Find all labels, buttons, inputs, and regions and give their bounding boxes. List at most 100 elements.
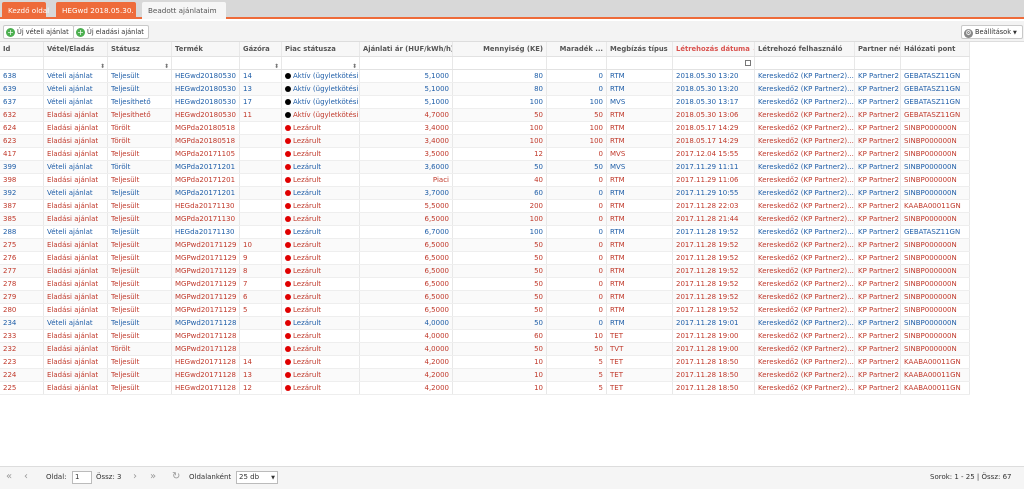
new-sell-offer-button[interactable]: + Új eladási ajánlat — [73, 25, 149, 39]
column-header-product[interactable]: Termék — [172, 42, 240, 56]
table-row[interactable]: 224 Eladási ajánlat Teljesült HEGwd20171128… — [0, 369, 970, 382]
cell-text: RTM — [610, 137, 625, 145]
column-header-status[interactable]: Státusz — [108, 42, 172, 56]
cell-text: 100 — [589, 137, 603, 145]
table-row[interactable]: 624 Eladási ajánlat Törölt MGPda20180518 Lez… — [0, 122, 970, 135]
cell-text: Lezárult — [293, 306, 322, 314]
filter-remain[interactable] — [547, 57, 607, 69]
column-header-created[interactable]: Létrehozás dátuma ↓ — [673, 42, 755, 56]
table-row[interactable]: 632 Eladási ajánlat Teljesíthető HEGwd20180… — [0, 109, 970, 122]
cell-id: 232 — [0, 343, 44, 355]
column-header-hour[interactable]: Gázóra — [240, 42, 282, 56]
first-page-icon[interactable]: « — [6, 471, 12, 482]
cell-text: Teljesült — [111, 306, 140, 314]
filter-order[interactable] — [607, 57, 673, 69]
table-row[interactable]: 637 Vételi ajánlat Teljesíthető HEGwd201805… — [0, 96, 970, 109]
column-header-user[interactable]: Létrehozó felhasználó — [755, 42, 855, 56]
cell-point: KAABA00011GN — [901, 382, 970, 394]
cell-text: MGPwd20171129 — [175, 280, 237, 288]
cell-hour: 5 — [240, 304, 282, 316]
table-row[interactable]: 280 Eladási ajánlat Teljesült MGPwd20171129… — [0, 304, 970, 317]
column-header-point[interactable]: Hálózati pont — [901, 42, 970, 56]
cell-status: Törölt — [108, 122, 172, 134]
cell-text: Vételi ajánlat — [47, 228, 93, 236]
cell-text: 50 — [594, 345, 603, 353]
cell-order: RTM — [607, 304, 673, 316]
filter-side[interactable]: ⬍ — [44, 57, 108, 69]
column-header-price[interactable]: Ajánlati ár (HUF/kWh/h) — [360, 42, 453, 56]
sort-dropdown-icon[interactable]: ⬍ — [274, 60, 279, 69]
table-row[interactable]: 279 Eladási ajánlat Teljesült MGPwd20171129… — [0, 291, 970, 304]
filter-qty[interactable] — [453, 57, 547, 69]
table-row[interactable]: 638 Vételi ajánlat Teljesült HEGwd20180530 1… — [0, 70, 970, 83]
tab-submitted-offers[interactable]: Beadott ajánlataim — [142, 2, 226, 19]
column-header-side[interactable]: Vétel/Eladás — [44, 42, 108, 56]
table-row[interactable]: 225 Eladási ajánlat Teljesült HEGwd20171128… — [0, 382, 970, 395]
sort-dropdown-icon[interactable]: ⬍ — [164, 60, 169, 69]
cell-status: Teljesült — [108, 291, 172, 303]
cell-side: Vételi ajánlat — [44, 96, 108, 108]
cell-side: Eladási ajánlat — [44, 278, 108, 290]
tab-home[interactable]: Kezdő oldal — [2, 2, 49, 19]
filter-created[interactable] — [673, 57, 755, 69]
new-buy-offer-button[interactable]: + Új vételi ajánlat — [3, 25, 74, 39]
table-row[interactable]: 398 Eladási ajánlat Teljesült MGPda20171201… — [0, 174, 970, 187]
last-page-icon[interactable]: » — [150, 471, 156, 482]
cell-text: 6 — [243, 293, 248, 301]
column-header-qty[interactable]: Mennyiség (KE) — [453, 42, 547, 56]
tab-hegwd[interactable]: HEGwd 2018.05.30. — [56, 2, 136, 19]
next-page-icon[interactable]: › — [133, 471, 137, 482]
table-row[interactable]: 399 Vételi ajánlat Törölt MGPda20171201 Lezá… — [0, 161, 970, 174]
cell-text: Vételi ajánlat — [47, 85, 93, 93]
table-row[interactable]: 234 Vételi ajánlat Teljesült MGPwd20171128 L… — [0, 317, 970, 330]
cell-product: MGPda20171201 — [172, 187, 240, 199]
table-row[interactable]: 223 Eladási ajánlat Teljesült HEGwd20171128… — [0, 356, 970, 369]
cell-text: Kereskedő2 (KP Partner2)... — [758, 384, 854, 392]
table-row[interactable]: 639 Vételi ajánlat Teljesült HEGwd20180530 1… — [0, 83, 970, 96]
filter-partner[interactable] — [855, 57, 901, 69]
cell-qty: 60 — [453, 330, 547, 342]
cell-text: 2017.11.28 19:52 — [676, 280, 739, 288]
cell-text: 0 — [598, 215, 603, 223]
calendar-icon[interactable] — [745, 60, 751, 66]
column-header-market[interactable]: Piac státusza — [282, 42, 360, 56]
per-page-select[interactable]: 25 db ▼ — [236, 471, 278, 484]
cell-remain: 100 — [547, 122, 607, 134]
table-row[interactable]: 623 Eladási ajánlat Törölt MGPda20180518 Lez… — [0, 135, 970, 148]
column-header-partner[interactable]: Partner név — [855, 42, 901, 56]
table-row[interactable]: 417 Eladási ajánlat Teljesült MGPda20171105… — [0, 148, 970, 161]
table-row[interactable]: 385 Eladási ajánlat Teljesült MGPda20171130… — [0, 213, 970, 226]
column-header-order[interactable]: Megbízás típus — [607, 42, 673, 56]
filter-status[interactable]: ⬍ — [108, 57, 172, 69]
prev-page-icon[interactable]: ‹ — [24, 471, 28, 482]
page-input[interactable]: 1 — [72, 471, 92, 484]
table-row[interactable]: 387 Eladási ajánlat Teljesült HEGda20171130… — [0, 200, 970, 213]
table-row[interactable]: 288 Vételi ajánlat Teljesült HEGda20171130 L… — [0, 226, 970, 239]
filter-price[interactable] — [360, 57, 453, 69]
table-row[interactable]: 278 Eladási ajánlat Teljesült MGPwd20171129… — [0, 278, 970, 291]
filter-user[interactable] — [755, 57, 855, 69]
cell-text: 0 — [598, 306, 603, 314]
cell-text: Kereskedő2 (KP Partner2)... — [758, 150, 854, 158]
filter-product[interactable] — [172, 57, 240, 69]
cell-status: Teljesült — [108, 200, 172, 212]
column-header-id[interactable]: Id — [0, 42, 44, 56]
cell-text: SINBP000000N — [904, 163, 957, 171]
filter-point[interactable] — [901, 57, 970, 69]
sort-dropdown-icon[interactable]: ⬍ — [100, 60, 105, 69]
cell-hour — [240, 187, 282, 199]
settings-button[interactable]: ⚙ Beállítások ▼ — [961, 25, 1023, 39]
table-row[interactable]: 392 Vételi ajánlat Teljesült MGPda20171201 L… — [0, 187, 970, 200]
filter-market[interactable]: ⬍ — [282, 57, 360, 69]
table-row[interactable]: 277 Eladási ajánlat Teljesült MGPwd20171129… — [0, 265, 970, 278]
filter-id[interactable] — [0, 57, 44, 69]
table-row[interactable]: 232 Eladási ajánlat Törölt MGPwd20171128 Lez… — [0, 343, 970, 356]
table-row[interactable]: 275 Eladási ajánlat Teljesült MGPwd20171129… — [0, 239, 970, 252]
cell-text: KP Partner2 — [858, 111, 899, 119]
column-header-remain[interactable]: Maradék ... — [547, 42, 607, 56]
table-row[interactable]: 276 Eladási ajánlat Teljesült MGPwd20171129… — [0, 252, 970, 265]
filter-hour[interactable]: ⬍ — [240, 57, 282, 69]
sort-dropdown-icon[interactable]: ⬍ — [352, 60, 357, 69]
table-row[interactable]: 233 Eladási ajánlat Teljesült MGPwd20171128… — [0, 330, 970, 343]
refresh-icon[interactable]: ↻ — [172, 471, 180, 482]
